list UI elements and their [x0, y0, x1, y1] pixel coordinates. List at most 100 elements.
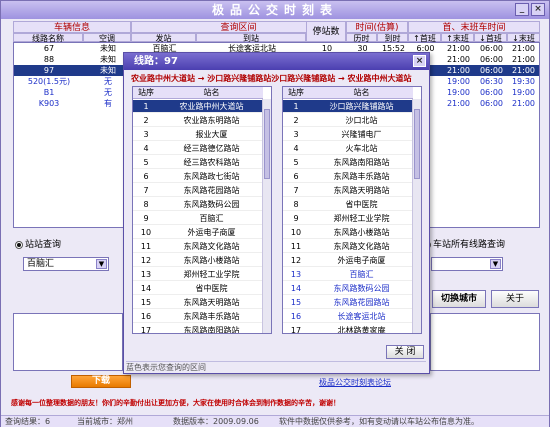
minimize-button[interactable]: _ [515, 3, 529, 16]
station-row[interactable]: 7 东风路天明路站 [283, 184, 413, 197]
station-name: 东风路文化路站 [333, 242, 390, 251]
chevron-down-icon[interactable]: ▼ [96, 259, 107, 269]
station-no: 1 [293, 102, 299, 111]
about-button[interactable]: 关于 [491, 290, 539, 308]
station-name: 东风路小楼路站 [183, 256, 240, 265]
station-row[interactable]: 17 东风路南阳路站 [133, 324, 263, 334]
station-row[interactable]: 13 百脑汇 [283, 268, 413, 281]
station-row[interactable]: 14 省中医院 [133, 282, 263, 295]
station-query-radio[interactable] [15, 240, 23, 249]
station-row[interactable]: 8 省中医院 [283, 198, 413, 211]
station-no: 12 [290, 256, 302, 265]
forum-link[interactable]: 极品公交时刻表论坛 [319, 377, 391, 388]
station-row[interactable]: 3 兴隆铺电厂 [283, 128, 413, 141]
station-row[interactable]: 2 农业路东明路站 [133, 114, 263, 127]
info-panel [13, 313, 123, 371]
header-depart: 发站 [131, 33, 196, 43]
station-no: 9 [143, 214, 149, 223]
station-name: 东风路南阳路站 [183, 326, 240, 334]
station-list-up[interactable]: 站序 站名 1 农业路中州大道站 2 农业路东明路站 3 报业大厦 4 经三路德亿路站 5 经三路… [132, 86, 272, 334]
station-no: 16 [140, 312, 152, 321]
station-row[interactable]: 1 农业路中州大道站 [133, 100, 263, 113]
status-date: 数据版本：2009.09.06 [173, 417, 259, 426]
scroll-thumb[interactable] [414, 109, 420, 179]
station-row[interactable]: 17 北林路黄家庵 [283, 324, 413, 333]
all-routes-option[interactable]: 车站所有线路查询 [423, 237, 505, 250]
station-name: 经三路德亿路站 [183, 144, 240, 153]
station-no: 5 [293, 158, 299, 167]
station-row[interactable]: 9 郑州轻工业学院 [283, 212, 413, 225]
scrollbar[interactable] [262, 99, 271, 333]
download-button[interactable]: 下载 [71, 375, 131, 388]
station-name: 郑州轻工业学院 [333, 214, 390, 223]
route-cell-f2: 06:00 [479, 99, 504, 108]
station-row[interactable]: 1 沙口路兴隆铺路站 [283, 100, 413, 113]
header-first1: ↑首班 [408, 33, 441, 43]
route-cell-l2: 19:00 [511, 88, 536, 97]
header-route-name: 线路名称 [13, 33, 83, 43]
station-select[interactable]: 百脑汇 ▼ [23, 257, 109, 271]
station-row[interactable]: 16 长途客运北站 [283, 310, 413, 323]
chevron-down-icon[interactable]: ▼ [490, 259, 501, 269]
header-arrive: 到站 [196, 33, 306, 43]
station-row[interactable]: 8 东风路数码公园 [133, 198, 263, 211]
status-note: 软件中数据仅供参考，如有变动请以车站公布信息为准。 [279, 417, 479, 426]
station-name: 外运电子商厦 [187, 228, 236, 237]
station-name: 东风路花园路站 [183, 186, 240, 195]
station-row[interactable]: 12 外运电子商厦 [283, 254, 413, 267]
header-depart-time: 历时 [346, 33, 377, 43]
station-row[interactable]: 13 郑州轻工业学院 [133, 268, 263, 281]
close-icon[interactable]: × [413, 55, 426, 67]
window-title: 极品公交时刻表 _ × [1, 1, 549, 19]
station-no: 1 [143, 102, 149, 111]
dialog-route-text: 农业路中州大道站 → 沙口路兴隆铺路站沙口路兴隆铺路站 → 农业路中州大道站 [131, 74, 412, 83]
station-query-option[interactable]: 站站查询 [15, 237, 61, 250]
scroll-thumb[interactable] [264, 109, 270, 179]
station-no: 9 [293, 214, 299, 223]
station-row[interactable]: 11 东风路文化路站 [133, 240, 263, 253]
station-row[interactable]: 15 东风路天明路站 [133, 296, 263, 309]
station-select-value: 百脑汇 [27, 259, 55, 269]
col-name: 站名 [353, 88, 370, 97]
station-no: 10 [290, 228, 302, 237]
station-name: 东风路花园路站 [333, 298, 390, 307]
station-row[interactable]: 6 东风路政七街站 [133, 170, 263, 183]
col-name: 站名 [203, 88, 220, 97]
scrollbar[interactable] [412, 99, 421, 333]
station-row[interactable]: 14 东风路数码公园 [283, 282, 413, 295]
station-row[interactable]: 11 东风路文化路站 [283, 240, 413, 253]
dialog-close-button[interactable]: 关 闭 [386, 345, 424, 359]
route-cell-name: K903 [38, 99, 60, 108]
route-cell-f2: 06:30 [479, 77, 504, 86]
station-no: 16 [290, 312, 302, 321]
station-no: 14 [140, 284, 152, 293]
station-row[interactable]: 5 东风路南阳路站 [283, 156, 413, 169]
header-stop-count: 停站数 [306, 21, 346, 42]
station-no: 14 [290, 284, 302, 293]
station-row[interactable]: 4 火车北站 [283, 142, 413, 155]
station-name: 东风路天明路站 [333, 186, 390, 195]
station-name: 外运电子商厦 [337, 256, 386, 265]
dialog-title: 线路：97 × [124, 53, 429, 70]
station-row[interactable]: 16 东风路丰乐路站 [133, 310, 263, 323]
station-row[interactable]: 10 东风路小楼路站 [283, 226, 413, 239]
station-name: 东风路南阳路站 [333, 158, 390, 167]
all-routes-select[interactable]: ▼ [431, 257, 503, 271]
station-list-down[interactable]: 站序 站名 1 沙口路兴隆铺路站 2 沙口北站 3 兴隆铺电厂 4 火车北站 5 东风路南阳路站 6… [282, 86, 422, 334]
station-row[interactable]: 5 经三路农科路站 [133, 156, 263, 169]
station-row[interactable]: 2 沙口北站 [283, 114, 413, 127]
station-no: 11 [290, 242, 302, 251]
station-row[interactable]: 3 报业大厦 [133, 128, 263, 141]
thanks-banner: 感谢每一位整理数据的朋友！你们的辛勤付出让更加方便，大家在使用时合体会到制作数据… [11, 399, 340, 407]
switch-city-button[interactable]: 切换城市 [432, 290, 486, 308]
close-window-button[interactable]: × [531, 3, 545, 16]
station-name: 东风路天明路站 [183, 298, 240, 307]
station-row[interactable]: 12 东风路小楼路站 [133, 254, 263, 267]
station-row[interactable]: 15 东风路花园路站 [283, 296, 413, 309]
station-row[interactable]: 6 东风路丰乐路站 [283, 170, 413, 183]
station-row[interactable]: 4 经三路德亿路站 [133, 142, 263, 155]
station-row[interactable]: 7 东风路花园路站 [133, 184, 263, 197]
station-row[interactable]: 9 百脑汇 [133, 212, 263, 225]
station-no: 7 [143, 186, 149, 195]
station-row[interactable]: 10 外运电子商厦 [133, 226, 263, 239]
